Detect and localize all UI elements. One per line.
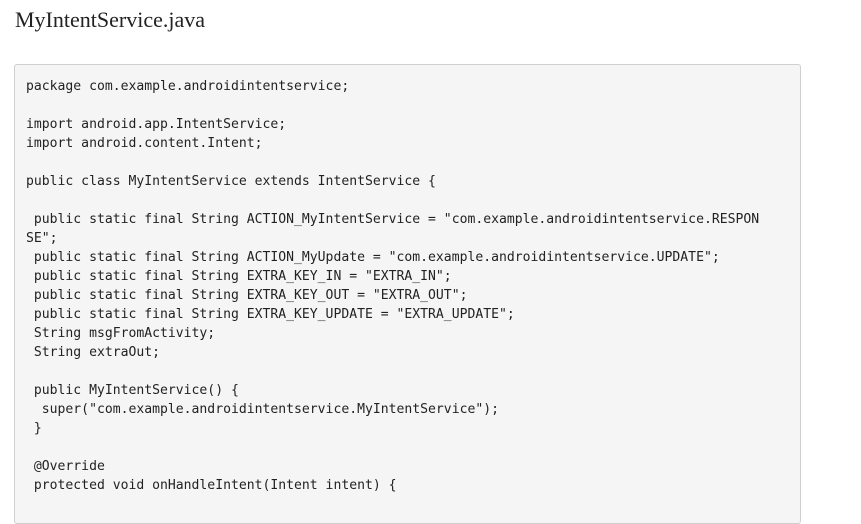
code-line: String extraOut; [26, 345, 161, 360]
code-line: import android.content.Intent; [26, 136, 263, 151]
code-line: public static final String EXTRA_KEY_OUT… [26, 288, 468, 303]
code-line: protected void onHandleIntent(Intent int… [26, 478, 397, 493]
code-line: SE"; [26, 231, 58, 246]
code-line: public static final String ACTION_MyInte… [26, 212, 760, 227]
code-line: @Override [26, 459, 105, 474]
code-line: package com.example.androidintentservice… [26, 79, 350, 94]
code-line: } [26, 421, 42, 436]
code-line: public class MyIntentService extends Int… [26, 174, 436, 189]
code-line: String msgFromActivity; [26, 326, 216, 341]
code-line: public static final String ACTION_MyUpda… [26, 250, 720, 265]
code-line: public MyIntentService() { [26, 383, 239, 398]
code-line: public static final String EXTRA_KEY_UPD… [26, 307, 515, 322]
code-line: import android.app.IntentService; [26, 117, 287, 132]
page-title: MyIntentService.java [15, 7, 205, 32]
code-line: public static final String EXTRA_KEY_IN … [26, 269, 452, 284]
code-line: super("com.example.androidintentservice.… [26, 402, 499, 417]
code-block[interactable]: package com.example.androidintentservice… [14, 64, 801, 524]
code-lines: package com.example.androidintentservice… [26, 77, 800, 495]
